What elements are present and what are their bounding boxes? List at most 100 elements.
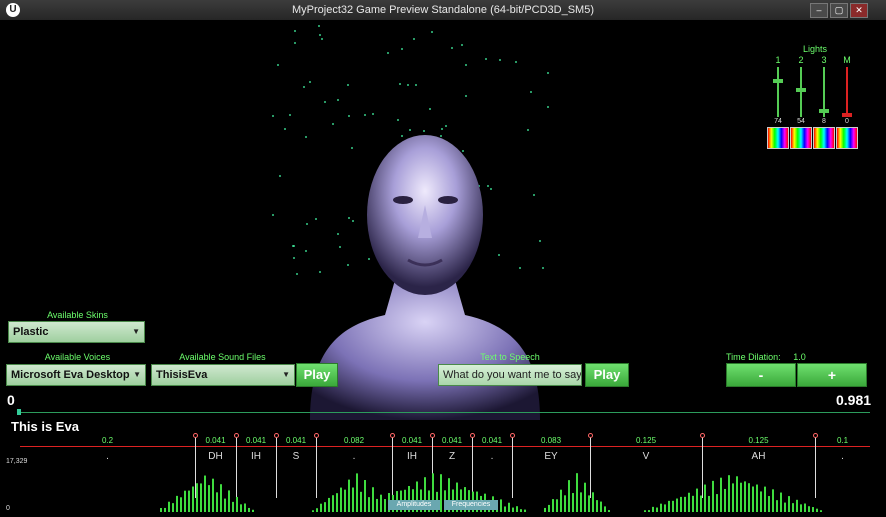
light-slider-handle[interactable] bbox=[796, 88, 806, 93]
phoneme-boundary-handle[interactable] bbox=[390, 433, 395, 438]
amplitude-bar bbox=[252, 509, 254, 512]
amplitude-bar bbox=[808, 506, 810, 512]
amplitude-bar bbox=[692, 495, 694, 512]
phoneme-boundary-handle[interactable] bbox=[588, 433, 593, 438]
phoneme-label: . bbox=[106, 451, 109, 462]
particle bbox=[324, 101, 327, 103]
sound-files-selected: ThisisEva bbox=[156, 369, 208, 381]
light-slider-handle[interactable] bbox=[842, 113, 852, 117]
amplitude-bar bbox=[792, 503, 794, 512]
phoneme-boundary-handle[interactable] bbox=[430, 433, 435, 438]
amplitude-bar bbox=[652, 506, 654, 512]
phoneme-boundary-handle[interactable] bbox=[813, 433, 818, 438]
play-sound-button[interactable]: Play bbox=[296, 363, 338, 387]
amplitude-bar bbox=[804, 503, 806, 512]
tts-input[interactable]: What do you want me to say bbox=[438, 364, 582, 386]
phoneme-label: AH bbox=[751, 451, 766, 462]
amplitude-bar bbox=[708, 495, 710, 512]
phoneme-boundary-handle[interactable] bbox=[314, 433, 319, 438]
amplitude-bar bbox=[500, 499, 502, 512]
sound-files-dropdown[interactable]: ThisisEva ▼ bbox=[151, 364, 295, 386]
light-slider-handle[interactable] bbox=[819, 109, 829, 114]
amplitude-bar bbox=[644, 510, 646, 512]
phoneme-label: V bbox=[642, 451, 650, 462]
amplitude-bar bbox=[572, 493, 574, 512]
amplitude-bar bbox=[172, 503, 174, 512]
amplitude-bar bbox=[796, 499, 798, 512]
amplitude-bar bbox=[772, 489, 774, 512]
amplitude-bar bbox=[820, 510, 822, 512]
amplitude-bar bbox=[596, 500, 598, 512]
amplitude-bar bbox=[524, 509, 526, 512]
amplitude-bar bbox=[220, 484, 222, 512]
amplitude-bar bbox=[788, 496, 790, 512]
amplitude-bar bbox=[564, 495, 566, 512]
voices-label: Available Voices bbox=[44, 352, 111, 362]
light-color-swatch[interactable] bbox=[767, 127, 789, 149]
phoneme-label: IH bbox=[251, 451, 261, 462]
particle bbox=[400, 47, 403, 50]
phoneme-boundary-handle[interactable] bbox=[700, 433, 705, 438]
light-slider-handle[interactable] bbox=[773, 78, 783, 83]
amplitude-bar bbox=[328, 497, 330, 512]
particle bbox=[464, 64, 467, 67]
particle bbox=[288, 113, 291, 116]
phoneme-boundary-handle[interactable] bbox=[193, 433, 198, 438]
phoneme-boundary-handle[interactable] bbox=[470, 433, 475, 438]
amplitude-bar bbox=[240, 504, 242, 512]
amplitude-bar bbox=[560, 489, 562, 512]
timeline-slider-track[interactable] bbox=[18, 412, 870, 413]
amplitude-bar bbox=[340, 487, 342, 512]
amplitude-bar bbox=[244, 503, 246, 512]
minimize-button[interactable]: – bbox=[810, 3, 828, 18]
amplitude-bar bbox=[180, 497, 182, 512]
light-value: 8 bbox=[822, 118, 826, 125]
particle bbox=[414, 83, 417, 86]
amplitude-bar bbox=[312, 510, 314, 512]
time-dilation-plus-button[interactable]: + bbox=[797, 363, 867, 387]
play-tts-button[interactable]: Play bbox=[585, 363, 629, 387]
maximize-button[interactable]: ▢ bbox=[830, 3, 848, 18]
close-button[interactable]: ✕ bbox=[850, 3, 868, 18]
phoneme-boundary-handle[interactable] bbox=[234, 433, 239, 438]
amplitude-bar bbox=[504, 506, 506, 512]
amplitude-bar bbox=[316, 508, 318, 512]
time-dilation-caption: Time Dilation: bbox=[726, 352, 781, 362]
phoneme-boundary-handle[interactable] bbox=[510, 433, 515, 438]
amplitude-bar bbox=[556, 499, 558, 512]
amplitude-bar bbox=[700, 495, 702, 512]
light-color-swatch[interactable] bbox=[790, 127, 812, 149]
amplitude-bar bbox=[568, 480, 570, 512]
skins-dropdown[interactable]: Plastic ▼ bbox=[8, 321, 145, 343]
skins-selected: Plastic bbox=[13, 326, 49, 338]
particle bbox=[514, 61, 517, 64]
light-slider[interactable] bbox=[773, 67, 783, 117]
light-slider[interactable] bbox=[796, 67, 806, 117]
amplitude-bar bbox=[212, 478, 214, 512]
phoneme-duration: 0.125 bbox=[748, 436, 769, 445]
particle bbox=[336, 99, 339, 101]
light-slider[interactable] bbox=[842, 67, 852, 117]
amplitudes-tab[interactable]: Amplitudes bbox=[388, 500, 440, 510]
amplitude-bar bbox=[248, 507, 250, 512]
timeline-slider-handle[interactable] bbox=[17, 409, 21, 415]
light-slider[interactable] bbox=[819, 67, 829, 117]
particle bbox=[272, 214, 275, 217]
particle bbox=[293, 30, 296, 33]
frequencies-tab[interactable]: Frequencies bbox=[444, 500, 498, 510]
amplitude-bar bbox=[372, 487, 374, 512]
phoneme-label: EY bbox=[544, 451, 558, 462]
light-channel-label: 3 bbox=[821, 55, 827, 65]
time-dilation-minus-button[interactable]: - bbox=[726, 363, 796, 387]
light-color-swatch[interactable] bbox=[813, 127, 835, 149]
light-color-swatch[interactable] bbox=[836, 127, 858, 149]
amplitude-bar bbox=[764, 486, 766, 512]
particle bbox=[283, 128, 286, 131]
phoneme-label: . bbox=[841, 451, 844, 462]
voices-dropdown[interactable]: Microsoft Eva Desktop ▼ bbox=[6, 364, 146, 386]
light-value: 74 bbox=[774, 118, 782, 125]
particle bbox=[347, 114, 350, 117]
amplitude-bar bbox=[656, 507, 658, 512]
amplitude-bar bbox=[760, 491, 762, 512]
phoneme-boundary-handle[interactable] bbox=[274, 433, 279, 438]
